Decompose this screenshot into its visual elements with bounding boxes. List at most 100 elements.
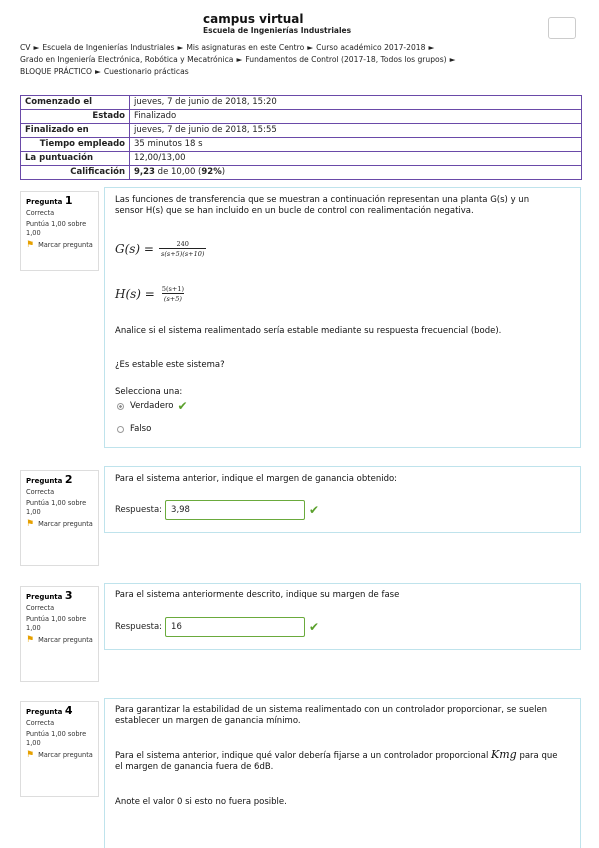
formula-lhs: G(s) = xyxy=(115,242,154,256)
flag-label: Marcar pregunta xyxy=(38,241,93,249)
attempt-summary-table: Comenzado el jueves, 7 de junio de 2018, … xyxy=(20,95,582,180)
answer-input[interactable]: 16 xyxy=(165,617,306,637)
fraction-denominator: s(s+5)(s+10) xyxy=(158,248,207,258)
summary-row-tiempo: Tiempo empleado 35 minutos 18 s xyxy=(20,137,582,152)
question-state: Correcta xyxy=(26,488,55,496)
breadcrumb-link-asignaturas[interactable]: Mis asignaturas en este Centro xyxy=(186,43,304,52)
summary-label: Comenzado el xyxy=(20,95,130,110)
question-number: Pregunta 2 xyxy=(26,473,73,486)
summary-value: 9,23 de 10,00 (92%) xyxy=(129,165,582,180)
fraction-numerator: 240 xyxy=(176,240,189,248)
answer-label: Respuesta: xyxy=(115,622,163,632)
breadcrumb-separator: ► xyxy=(94,67,101,76)
question-text: Para el sistema anterior, indique qué va… xyxy=(115,749,560,773)
breadcrumb-separator: ► xyxy=(33,43,40,52)
site-header: campus virtual Escuela de Ingenierías In… xyxy=(203,13,351,36)
summary-row-calificacion: Calificación 9,23 de 10,00 (92%) xyxy=(20,165,582,180)
flag-question-button[interactable]: ⚑ Marcar pregunta xyxy=(26,241,93,250)
summary-value: Finalizado xyxy=(129,109,582,124)
question-number: Pregunta 3 xyxy=(26,589,73,602)
breadcrumb-separator: ► xyxy=(428,43,435,52)
question-grade: Puntúa 1,00 sobre 1,00 xyxy=(26,499,87,516)
breadcrumb-separator: ► xyxy=(307,43,314,52)
breadcrumb-separator: ► xyxy=(236,55,243,64)
summary-row-finalizado: Finalizado en jueves, 7 de junio de 2018,… xyxy=(20,123,582,138)
answer-row: Respuesta: 3,98 ✔ xyxy=(115,500,319,520)
option-falso[interactable]: Falso xyxy=(117,424,151,435)
question-text: Para garantizar la estabilidad de un sis… xyxy=(115,705,548,726)
check-icon: ✔ xyxy=(177,399,188,413)
site-name[interactable]: campus virtual xyxy=(203,13,351,26)
flag-question-button[interactable]: ⚑ Marcar pregunta xyxy=(26,636,93,645)
option-label: Verdadero xyxy=(130,401,174,411)
summary-row-puntuacion: La puntuación 12,00/13,00 xyxy=(20,151,582,166)
question-grade: Puntúa 1,00 sobre 1,00 xyxy=(26,730,87,747)
question-state: Correcta xyxy=(26,719,55,727)
grade-value: 9,23 xyxy=(134,167,155,177)
question-number: Pregunta 4 xyxy=(26,704,73,717)
summary-value: 12,00/13,00 xyxy=(129,151,582,166)
summary-label: Estado xyxy=(20,109,130,124)
summary-value: jueves, 7 de junio de 2018, 15:20 xyxy=(129,95,582,110)
flag-question-button[interactable]: ⚑ Marcar pregunta xyxy=(26,751,93,760)
question-state: Correcta xyxy=(26,604,55,612)
question-state: Correcta xyxy=(26,209,55,217)
summary-label: Calificación xyxy=(20,165,130,180)
grade-percent: 92% xyxy=(201,167,222,177)
breadcrumb-link-cuestionario[interactable]: Cuestionario prácticas xyxy=(104,67,189,76)
fraction: 5(s+1) (s+5) xyxy=(160,285,186,303)
fraction-denominator: (s+5) xyxy=(161,293,184,303)
breadcrumb-link-grado[interactable]: Grado en Ingeniería Electrónica, Robótic… xyxy=(20,55,233,64)
breadcrumb-link-asignatura[interactable]: Fundamentos de Control (2017-18, Todos l… xyxy=(245,55,446,64)
answer-label: Respuesta: xyxy=(115,505,163,515)
site-subtitle: Escuela de Ingenierías Industriales xyxy=(203,26,352,35)
breadcrumb-link-bloque[interactable]: BLOQUE PRÁCTICO xyxy=(20,67,92,76)
question-info: Pregunta 4 Correcta Puntúa 1,00 sobre 1,… xyxy=(20,701,99,797)
summary-row-estado: Estado Finalizado xyxy=(20,109,582,124)
radio-button[interactable] xyxy=(117,403,124,410)
breadcrumb-link-cv[interactable]: CV xyxy=(20,43,31,52)
formula-lhs: H(s) = xyxy=(115,287,155,301)
summary-value: 35 minutos 18 s xyxy=(129,137,582,152)
question-prompt: ¿Es estable este sistema? xyxy=(115,360,225,370)
grade-end: ) xyxy=(221,167,226,177)
check-icon: ✔ xyxy=(309,620,320,634)
question-grade: Puntúa 1,00 sobre 1,00 xyxy=(26,615,87,632)
flag-label: Marcar pregunta xyxy=(38,636,93,644)
question-text-part: Para el sistema anterior, indique qué va… xyxy=(115,751,489,761)
flag-icon: ⚑ xyxy=(26,635,35,645)
summary-label: La puntuación xyxy=(20,151,130,166)
question-grade: Puntúa 1,00 sobre 1,00 xyxy=(26,220,87,237)
flag-question-button[interactable]: ⚑ Marcar pregunta xyxy=(26,520,93,529)
question-info: Pregunta 2 Correcta Puntúa 1,00 sobre 1,… xyxy=(20,470,99,566)
question-text: Anote el valor 0 si esto no fuera posibl… xyxy=(115,797,287,807)
navbar-toggle-button[interactable] xyxy=(548,17,576,39)
flag-icon: ⚑ xyxy=(26,750,35,760)
breadcrumb-separator: ► xyxy=(449,55,456,64)
select-label: Selecciona una: xyxy=(115,387,183,397)
option-label: Falso xyxy=(130,424,152,434)
radio-button[interactable] xyxy=(117,426,124,433)
math-symbol: Kmg xyxy=(491,748,517,761)
summary-label: Finalizado en xyxy=(20,123,130,138)
question-info: Pregunta 3 Correcta Puntúa 1,00 sobre 1,… xyxy=(20,586,99,682)
question-text: Para el sistema anterior, indique el mar… xyxy=(115,474,398,484)
answer-row: Respuesta: 16 ✔ xyxy=(115,617,319,637)
formula-h: H(s) = 5(s+1) (s+5) xyxy=(115,285,186,303)
option-verdadero[interactable]: Verdadero ✔ xyxy=(117,399,188,413)
breadcrumb-link-curso[interactable]: Curso académico 2017-2018 xyxy=(316,43,425,52)
flag-label: Marcar pregunta xyxy=(38,751,93,759)
grade-mid: de 10,00 ( xyxy=(154,167,202,177)
flag-icon: ⚑ xyxy=(26,519,35,529)
summary-label: Tiempo empleado xyxy=(20,137,130,152)
check-icon: ✔ xyxy=(309,503,320,517)
breadcrumb-link-escuela[interactable]: Escuela de Ingenierías Industriales xyxy=(42,43,174,52)
summary-row-comenzado: Comenzado el jueves, 7 de junio de 2018, … xyxy=(20,95,582,110)
answer-input[interactable]: 3,98 xyxy=(165,500,306,520)
fraction: 240 s(s+5)(s+10) xyxy=(158,240,207,258)
question-text: Analice si el sistema realimentado sería… xyxy=(115,326,502,336)
formula-g: G(s) = 240 s(s+5)(s+10) xyxy=(115,240,207,258)
fraction-numerator: 5(s+1) xyxy=(161,285,184,293)
question-number: Pregunta 1 xyxy=(26,194,73,207)
question-info: Pregunta 1 Correcta Puntúa 1,00 sobre 1,… xyxy=(20,191,99,271)
